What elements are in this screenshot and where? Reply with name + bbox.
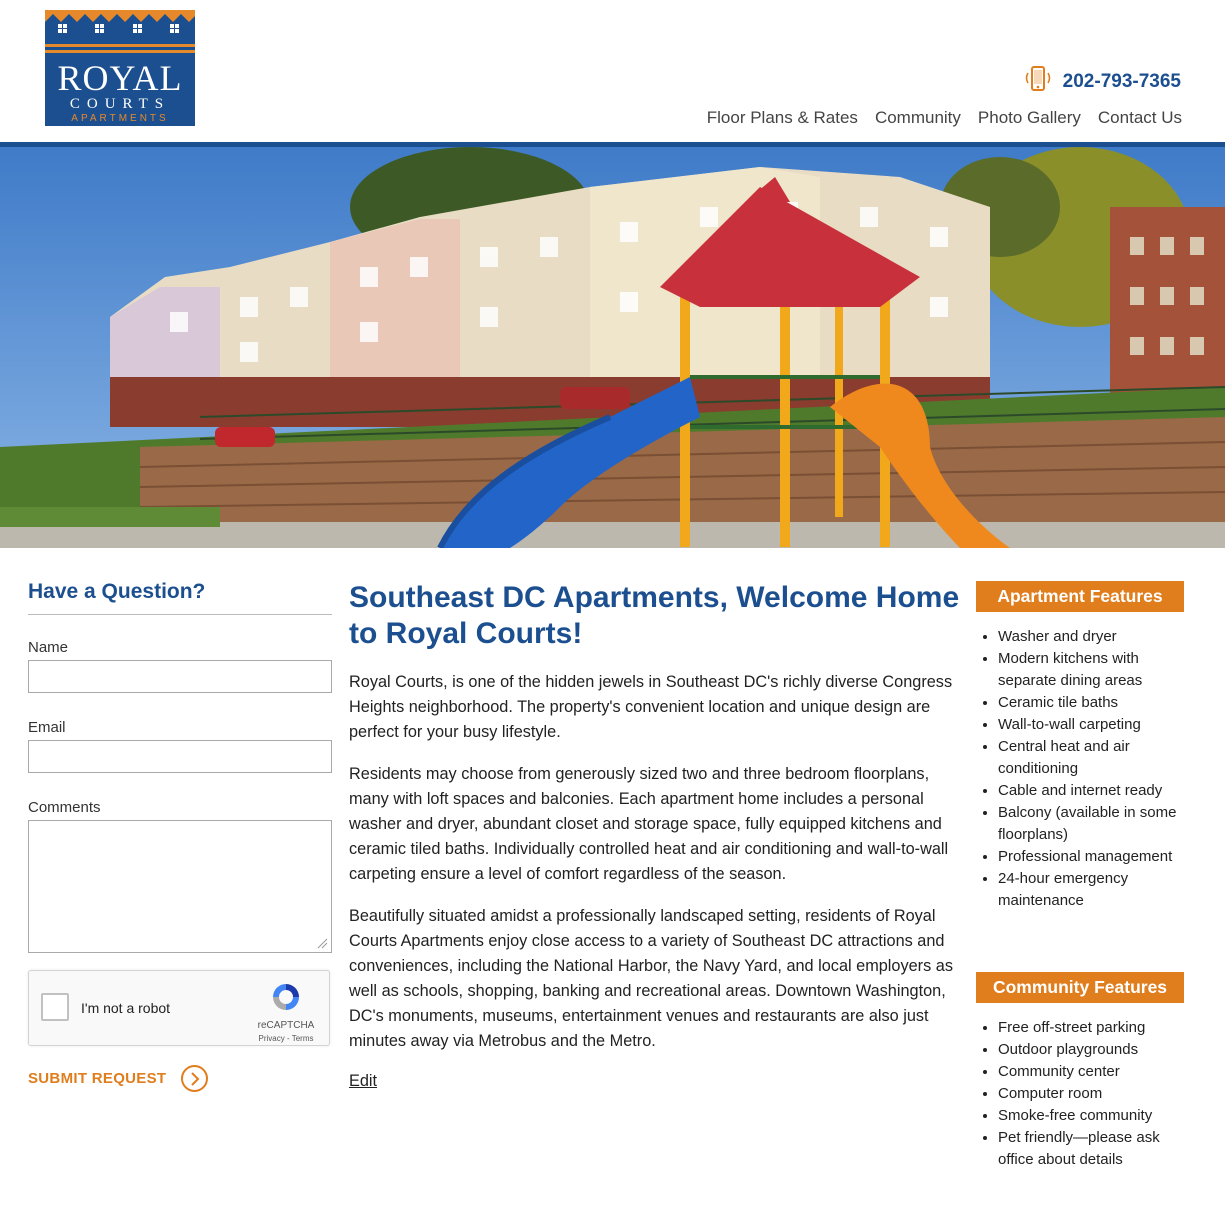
community-features-title: Community Features: [976, 972, 1184, 1003]
name-field[interactable]: [28, 660, 332, 693]
apartment-features-title: Apartment Features: [976, 581, 1184, 612]
list-item: Ceramic tile baths: [998, 692, 1184, 714]
submit-label: SUBMIT REQUEST: [28, 1070, 167, 1087]
hero-image: [0, 147, 1225, 548]
logo-line1: ROYAL: [57, 58, 183, 98]
list-item: Professional management: [998, 846, 1184, 868]
main-nav: Floor Plans & Rates Community Photo Gall…: [707, 108, 1182, 128]
logo-stripes: [45, 44, 195, 58]
list-item: Cable and internet ready: [998, 780, 1184, 802]
logo-line3: APARTMENTS: [71, 113, 169, 124]
recaptcha-logo: reCAPTCHA Privacy - Terms: [257, 981, 315, 1043]
list-item: Wall-to-wall carpeting: [998, 714, 1184, 736]
list-item: Balcony (available in some floorplans): [998, 802, 1184, 846]
comments-label: Comments: [28, 799, 101, 816]
list-item: Free off-street parking: [998, 1017, 1184, 1039]
edit-link[interactable]: Edit: [349, 1072, 377, 1091]
apartment-features: Apartment Features Washer and dryer Mode…: [976, 581, 1184, 912]
logo-rooftops: [45, 10, 195, 40]
recaptcha-icon: [273, 984, 299, 1010]
nav-contact-us[interactable]: Contact Us: [1098, 108, 1182, 128]
list-item: Community center: [998, 1061, 1184, 1083]
email-label: Email: [28, 719, 66, 736]
nav-photo-gallery[interactable]: Photo Gallery: [978, 108, 1081, 128]
recaptcha-widget: I'm not a robot reCAPTCHA Privacy - Term…: [28, 970, 330, 1046]
list-item: Smoke-free community: [998, 1105, 1184, 1127]
hero-slider[interactable]: [0, 147, 1225, 548]
page-title: Southeast DC Apartments, Welcome Home to…: [349, 581, 960, 650]
recaptcha-checkbox[interactable]: [41, 993, 69, 1021]
list-item: 24-hour emergency maintenance: [998, 868, 1184, 912]
floorplans-paragraph: Residents may choose from generously siz…: [349, 765, 949, 883]
recaptcha-brand: reCAPTCHA: [257, 1020, 315, 1031]
main-content: Southeast DC Apartments, Welcome Home to…: [349, 580, 961, 1091]
mobile-phone-icon: [1023, 64, 1053, 99]
recaptcha-label: I'm not a robot: [81, 1000, 171, 1016]
comments-field[interactable]: [28, 820, 332, 953]
submit-request-button[interactable]: SUBMIT REQUEST: [28, 1065, 209, 1092]
nav-floor-plans[interactable]: Floor Plans & Rates: [707, 108, 858, 128]
apartment-features-list: Washer and dryer Modern kitchens with se…: [976, 626, 1184, 912]
list-item: Outdoor playgrounds: [998, 1039, 1184, 1061]
resize-grip-icon[interactable]: [316, 937, 328, 949]
community-features-list: Free off-street parking Outdoor playgrou…: [976, 1017, 1184, 1171]
nav-community[interactable]: Community: [875, 108, 961, 128]
recaptcha-terms[interactable]: Privacy - Terms: [257, 1034, 315, 1043]
list-item: Central heat and air conditioning: [998, 736, 1184, 780]
form-title: Have a Question?: [28, 580, 332, 615]
location-paragraph: Beautifully situated amidst a profession…: [349, 907, 953, 1050]
chevron-right-icon: [181, 1065, 209, 1092]
list-item: Washer and dryer: [998, 626, 1184, 648]
list-item: Pet friendly—please ask office about det…: [998, 1127, 1184, 1171]
email-field[interactable]: [28, 740, 332, 773]
phone-number[interactable]: 202-793-7365: [1063, 71, 1181, 93]
logo-line2: COURTS: [69, 96, 171, 112]
community-features: Community Features Free off-street parki…: [976, 972, 1184, 1171]
list-item: Modern kitchens with separate dining are…: [998, 648, 1184, 692]
question-form: Have a Question? Name Email Comments: [28, 580, 332, 953]
intro-paragraph: Royal Courts, is one of the hidden jewel…: [349, 673, 953, 741]
name-label: Name: [28, 639, 69, 656]
phone-contact[interactable]: 202-793-7365: [1023, 64, 1181, 99]
list-item: Computer room: [998, 1083, 1184, 1105]
site-logo[interactable]: ROYAL COURTS APARTMENTS: [45, 10, 195, 126]
